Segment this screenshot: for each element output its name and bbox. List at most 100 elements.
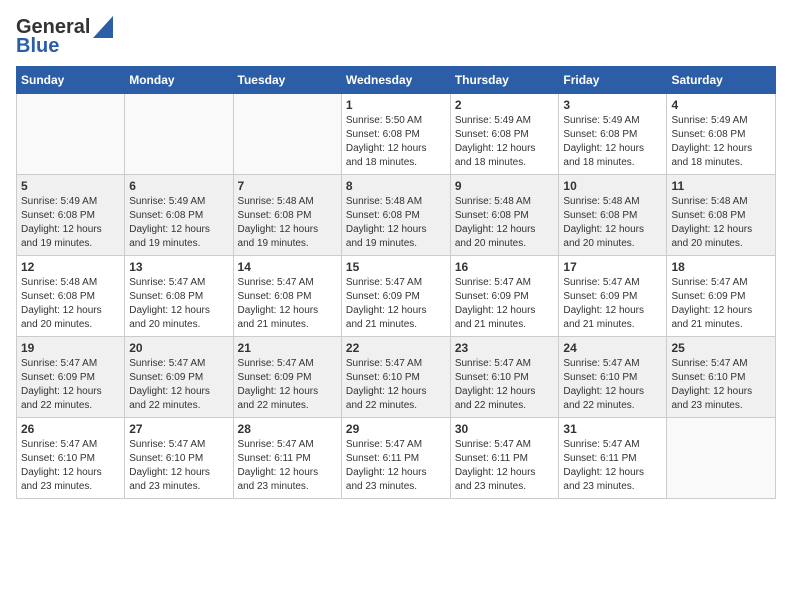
calendar-cell: 3 Sunrise: 5:49 AMSunset: 6:08 PMDaylight… <box>559 94 667 175</box>
day-info: Sunrise: 5:50 AMSunset: 6:08 PMDaylight:… <box>346 114 446 170</box>
day-info: Sunrise: 5:47 AMSunset: 6:10 PMDaylight:… <box>563 357 662 413</box>
day-info: Sunrise: 5:49 AMSunset: 6:08 PMDaylight:… <box>455 114 555 170</box>
calendar-week-row: 19 Sunrise: 5:47 AMSunset: 6:09 PMDayligh… <box>17 337 776 418</box>
logo: General Blue <box>16 16 113 58</box>
day-number: 15 <box>346 260 446 274</box>
calendar-table: SundayMondayTuesdayWednesdayThursdayFrid… <box>16 66 776 499</box>
calendar-cell: 8 Sunrise: 5:48 AMSunset: 6:08 PMDaylight… <box>341 175 450 256</box>
calendar-week-row: 26 Sunrise: 5:47 AMSunset: 6:10 PMDayligh… <box>17 418 776 499</box>
day-info: Sunrise: 5:48 AMSunset: 6:08 PMDaylight:… <box>346 195 446 251</box>
weekday-header-sunday: Sunday <box>17 67 125 94</box>
day-number: 24 <box>563 341 662 355</box>
day-info: Sunrise: 5:47 AMSunset: 6:10 PMDaylight:… <box>21 438 120 494</box>
calendar-cell <box>667 418 776 499</box>
day-number: 5 <box>21 179 120 193</box>
day-info: Sunrise: 5:48 AMSunset: 6:08 PMDaylight:… <box>671 195 771 251</box>
calendar-cell <box>125 94 233 175</box>
calendar-cell: 4 Sunrise: 5:49 AMSunset: 6:08 PMDaylight… <box>667 94 776 175</box>
calendar-cell: 22Sunrise: 5:47 AMSunset: 6:10 PMDayligh… <box>341 337 450 418</box>
day-info: Sunrise: 5:47 AMSunset: 6:09 PMDaylight:… <box>21 357 120 413</box>
day-info: Sunrise: 5:48 AMSunset: 6:08 PMDaylight:… <box>238 195 337 251</box>
page-header: General Blue <box>16 16 776 58</box>
calendar-cell: 13 Sunrise: 5:47 AMSunset: 6:08 PMDayligh… <box>125 256 233 337</box>
day-number: 30 <box>455 422 555 436</box>
day-info: Sunrise: 5:48 AMSunset: 6:08 PMDaylight:… <box>455 195 555 251</box>
weekday-header-wednesday: Wednesday <box>341 67 450 94</box>
day-number: 20 <box>129 341 228 355</box>
calendar-cell: 17 Sunrise: 5:47 AMSunset: 6:09 PMDayligh… <box>559 256 667 337</box>
day-number: 11 <box>671 179 771 193</box>
calendar-cell: 1Sunrise: 5:50 AMSunset: 6:08 PMDaylight… <box>341 94 450 175</box>
day-number: 29 <box>346 422 446 436</box>
calendar-cell: 12Sunrise: 5:48 AMSunset: 6:08 PMDayligh… <box>17 256 125 337</box>
day-number: 9 <box>455 179 555 193</box>
weekday-header-saturday: Saturday <box>667 67 776 94</box>
day-number: 13 <box>129 260 228 274</box>
calendar-week-row: 12Sunrise: 5:48 AMSunset: 6:08 PMDayligh… <box>17 256 776 337</box>
day-info: Sunrise: 5:47 AMSunset: 6:11 PMDaylight:… <box>455 438 555 494</box>
calendar-cell: 20Sunrise: 5:47 AMSunset: 6:09 PMDayligh… <box>125 337 233 418</box>
day-info: Sunrise: 5:47 AMSunset: 6:11 PMDaylight:… <box>563 438 662 494</box>
day-info: Sunrise: 5:47 AMSunset: 6:08 PMDaylight:… <box>129 276 228 332</box>
calendar-cell: 27 Sunrise: 5:47 AMSunset: 6:10 PMDayligh… <box>125 418 233 499</box>
day-number: 3 <box>563 98 662 112</box>
calendar-cell: 25 Sunrise: 5:47 AMSunset: 6:10 PMDayligh… <box>667 337 776 418</box>
day-number: 27 <box>129 422 228 436</box>
day-info: Sunrise: 5:47 AMSunset: 6:10 PMDaylight:… <box>346 357 446 413</box>
day-number: 18 <box>671 260 771 274</box>
day-number: 23 <box>455 341 555 355</box>
day-info: Sunrise: 5:49 AMSunset: 6:08 PMDaylight:… <box>671 114 771 170</box>
calendar-cell: 7 Sunrise: 5:48 AMSunset: 6:08 PMDaylight… <box>233 175 341 256</box>
day-number: 2 <box>455 98 555 112</box>
day-info: Sunrise: 5:48 AMSunset: 6:08 PMDaylight:… <box>21 276 120 332</box>
day-number: 25 <box>671 341 771 355</box>
day-info: Sunrise: 5:49 AMSunset: 6:08 PMDaylight:… <box>563 114 662 170</box>
day-info: Sunrise: 5:47 AMSunset: 6:10 PMDaylight:… <box>455 357 555 413</box>
calendar-cell: 24 Sunrise: 5:47 AMSunset: 6:10 PMDayligh… <box>559 337 667 418</box>
calendar-cell: 16 Sunrise: 5:47 AMSunset: 6:09 PMDayligh… <box>450 256 559 337</box>
day-number: 7 <box>238 179 337 193</box>
day-info: Sunrise: 5:47 AMSunset: 6:08 PMDaylight:… <box>238 276 337 332</box>
day-info: Sunrise: 5:47 AMSunset: 6:11 PMDaylight:… <box>346 438 446 494</box>
day-number: 14 <box>238 260 337 274</box>
day-info: Sunrise: 5:47 AMSunset: 6:09 PMDaylight:… <box>346 276 446 332</box>
calendar-cell: 30 Sunrise: 5:47 AMSunset: 6:11 PMDayligh… <box>450 418 559 499</box>
day-number: 21 <box>238 341 337 355</box>
calendar-cell: 18 Sunrise: 5:47 AMSunset: 6:09 PMDayligh… <box>667 256 776 337</box>
calendar-week-row: 1Sunrise: 5:50 AMSunset: 6:08 PMDaylight… <box>17 94 776 175</box>
day-info: Sunrise: 5:47 AMSunset: 6:09 PMDaylight:… <box>671 276 771 332</box>
day-info: Sunrise: 5:47 AMSunset: 6:10 PMDaylight:… <box>129 438 228 494</box>
day-number: 16 <box>455 260 555 274</box>
calendar-cell: 6Sunrise: 5:49 AMSunset: 6:08 PMDaylight… <box>125 175 233 256</box>
calendar-cell: 31Sunrise: 5:47 AMSunset: 6:11 PMDayligh… <box>559 418 667 499</box>
day-info: Sunrise: 5:47 AMSunset: 6:09 PMDaylight:… <box>563 276 662 332</box>
day-number: 10 <box>563 179 662 193</box>
calendar-cell: 14 Sunrise: 5:47 AMSunset: 6:08 PMDayligh… <box>233 256 341 337</box>
weekday-header-friday: Friday <box>559 67 667 94</box>
day-number: 19 <box>21 341 120 355</box>
calendar-cell: 28Sunrise: 5:47 AMSunset: 6:11 PMDayligh… <box>233 418 341 499</box>
calendar-cell: 11 Sunrise: 5:48 AMSunset: 6:08 PMDayligh… <box>667 175 776 256</box>
day-info: Sunrise: 5:47 AMSunset: 6:10 PMDaylight:… <box>671 357 771 413</box>
day-info: Sunrise: 5:49 AMSunset: 6:08 PMDaylight:… <box>21 195 120 251</box>
day-number: 17 <box>563 260 662 274</box>
day-number: 4 <box>671 98 771 112</box>
calendar-cell: 2 Sunrise: 5:49 AMSunset: 6:08 PMDaylight… <box>450 94 559 175</box>
calendar-cell: 19 Sunrise: 5:47 AMSunset: 6:09 PMDayligh… <box>17 337 125 418</box>
calendar-cell: 5 Sunrise: 5:49 AMSunset: 6:08 PMDaylight… <box>17 175 125 256</box>
day-info: Sunrise: 5:47 AMSunset: 6:09 PMDaylight:… <box>455 276 555 332</box>
calendar-cell: 23 Sunrise: 5:47 AMSunset: 6:10 PMDayligh… <box>450 337 559 418</box>
calendar-cell: 9 Sunrise: 5:48 AMSunset: 6:08 PMDaylight… <box>450 175 559 256</box>
calendar-cell: 26 Sunrise: 5:47 AMSunset: 6:10 PMDayligh… <box>17 418 125 499</box>
day-info: Sunrise: 5:47 AMSunset: 6:09 PMDaylight:… <box>238 357 337 413</box>
day-info: Sunrise: 5:47 AMSunset: 6:11 PMDaylight:… <box>238 438 337 494</box>
day-number: 26 <box>21 422 120 436</box>
weekday-header-monday: Monday <box>125 67 233 94</box>
logo-triangle-icon <box>93 16 113 38</box>
weekday-header-thursday: Thursday <box>450 67 559 94</box>
calendar-cell: 15 Sunrise: 5:47 AMSunset: 6:09 PMDayligh… <box>341 256 450 337</box>
calendar-cell <box>233 94 341 175</box>
calendar-week-row: 5 Sunrise: 5:49 AMSunset: 6:08 PMDaylight… <box>17 175 776 256</box>
day-number: 8 <box>346 179 446 193</box>
logo-blue-text: Blue <box>16 35 59 58</box>
